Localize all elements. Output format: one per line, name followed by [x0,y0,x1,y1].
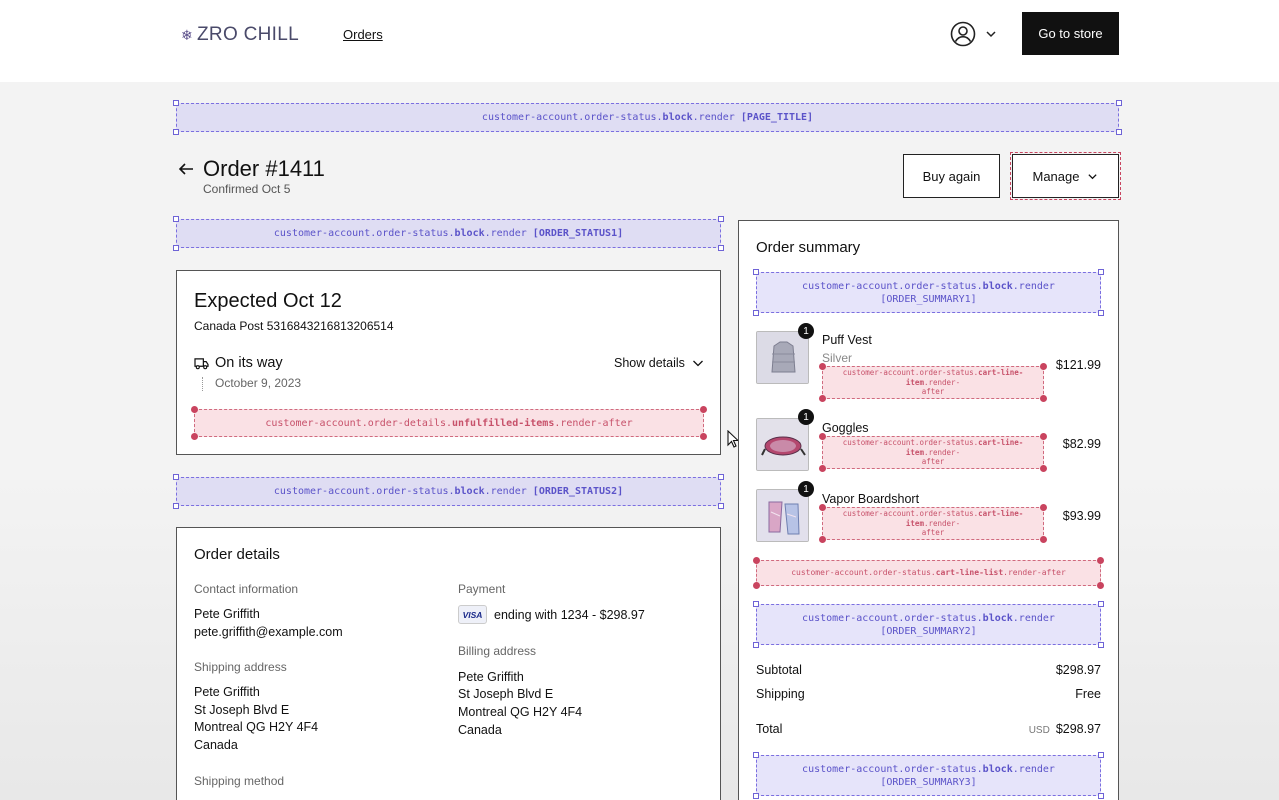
payment-text: ending with 1234 - $298.97 [494,608,645,622]
product-image-goggles[interactable] [756,418,809,471]
ext-order-status1: customer-account.order-status.block.rend… [173,216,724,251]
product-image-puff-vest[interactable] [756,331,809,384]
buy-again-label: Buy again [922,168,981,184]
order-details-card: Order details Contact information Pete G… [176,527,721,800]
item-variant: Silver [822,351,853,365]
shipment-card: Expected Oct 12 Canada Post 531684321681… [176,270,721,455]
show-details-label: Show details [614,356,685,370]
ext-order-summary2: customer-account.order-status.block.rend… [753,601,1104,648]
shipping-address-line: Canada [194,738,238,752]
ext-cart-line-item: customer-account.order-status.cart-line-… [819,433,1047,472]
product-image-vapor-boardshort[interactable] [756,489,809,542]
item-price: $121.99 [1055,358,1101,372]
item-price: $82.99 [1062,437,1101,451]
billing-address-line: Canada [458,723,502,737]
quantity-badge: 1 [798,481,814,497]
item-name: Goggles [822,421,869,435]
order-confirmed-date: Confirmed Oct 5 [203,182,291,196]
ext-order-summary1: customer-account.order-status.block.rend… [753,269,1104,316]
ext-cart-line-list: customer-account.order-status.cart-line-… [753,557,1104,589]
truck-icon [194,358,209,370]
chevron-down-icon [692,360,703,367]
account-avatar-icon[interactable] [950,21,976,47]
order-title: Order #1411 [203,156,325,181]
billing-address-line: St Joseph Blvd E [458,687,554,701]
expected-date: Expected Oct 12 [194,290,342,312]
nav-orders-link[interactable]: Orders [343,27,383,42]
shipping-address-line: Montreal QG H2Y 4F4 [194,720,319,734]
ext-order-summary3: customer-account.order-status.block.rend… [753,752,1104,799]
total-label: Total [756,722,783,736]
manage-label: Manage [1032,168,1080,184]
ext-page-title: customer-account.order-status.block.rend… [173,100,1122,135]
shipping-value: Free [1075,687,1101,701]
order-summary-title: Order summary [756,239,861,256]
timeline-line [202,377,203,391]
brand-logo[interactable]: ❄ ZRO CHILL [181,24,299,46]
billing-address-line: Montreal QG H2Y 4F4 [458,705,583,719]
shipping-address-label: Shipping address [194,660,287,674]
order-summary-card: Order summary customer-account.order-sta… [738,220,1119,800]
show-details-toggle[interactable]: Show details [614,356,704,370]
item-name: Puff Vest [822,333,872,347]
shipping-address-line: Pete Griffith [194,685,260,699]
card-brand-label: VISA [462,609,483,620]
billing-address-label: Billing address [458,644,537,658]
visa-icon: VISA [458,605,487,624]
snowflake-icon: ❄ [181,26,194,43]
contact-name: Pete Griffith [194,607,260,621]
shipping-address-line: St Joseph Blvd E [194,703,290,717]
quantity-badge: 1 [798,409,814,425]
ext-cart-line-item: customer-account.order-status.cart-line-… [819,504,1047,543]
manage-button[interactable]: Manage [1010,152,1121,200]
chevron-down-icon [1088,173,1098,179]
shipment-status: On its way [215,355,283,371]
subtotal-label: Subtotal [756,663,802,677]
contact-label: Contact information [194,582,299,596]
account-chevron-down-icon[interactable] [985,28,997,40]
buy-again-button[interactable]: Buy again [903,154,1000,198]
quantity-badge: 1 [798,323,814,339]
ext-cart-line-item: customer-account.order-status.cart-line-… [819,363,1047,402]
total-currency: USD [1028,725,1050,736]
payment-label: Payment [458,582,506,596]
total-value-group: USD $298.97 [971,722,1101,736]
contact-email: pete.griffith@example.com [194,625,343,639]
shipping-label: Shipping [756,687,805,701]
order-details-title: Order details [194,546,280,563]
back-arrow-icon[interactable] [177,160,195,178]
ext-unfulfilled-items: customer-account.order-details.unfulfill… [191,406,707,440]
ext-order-status2: customer-account.order-status.block.rend… [173,474,724,509]
total-value: $298.97 [1055,722,1101,736]
subtotal-value: $298.97 [1055,663,1101,677]
item-price: $93.99 [1062,509,1101,523]
brand-name: ZRO CHILL [197,24,299,45]
carrier-tracking[interactable]: Canada Post 5316843216813206514 [194,317,394,335]
shipment-status-date: October 9, 2023 [215,376,302,390]
billing-address-line: Pete Griffith [458,670,524,684]
item-name: Vapor Boardshort [822,492,920,506]
shipping-method-label: Shipping method [194,774,285,788]
go-to-store-button[interactable]: Go to store [1022,12,1119,55]
